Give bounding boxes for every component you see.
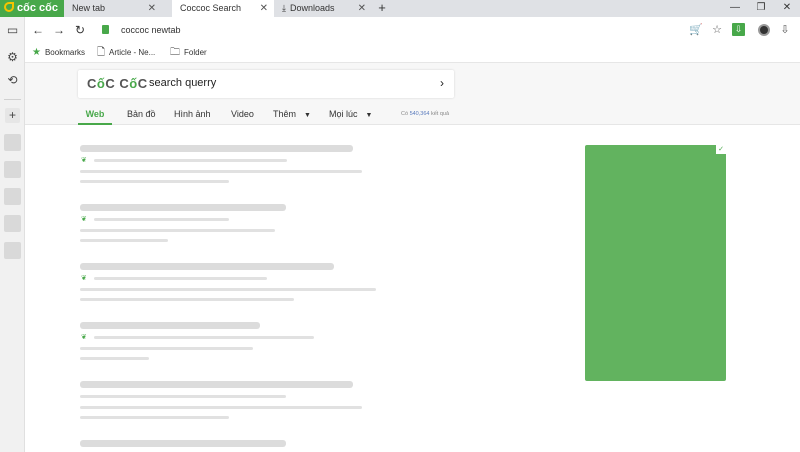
address-bar[interactable]: coccoc newtab — [121, 23, 181, 37]
tab-time-filter[interactable]: Mọi lúc ▼ — [329, 103, 372, 125]
bookmark-label: Folder — [184, 48, 207, 57]
toolbar: ← → ↻ coccoc newtab 🛒 ☆ ⇩ ⇩ — [25, 17, 800, 43]
bookmark-star-icon[interactable]: ☆ — [710, 22, 724, 38]
bookmark-label: Article - Ne... — [109, 48, 156, 57]
sidebar-app-slot[interactable] — [4, 134, 21, 151]
tab-coccoc-search[interactable]: Coccoc Search ✕ — [172, 0, 274, 17]
avatar[interactable] — [758, 24, 770, 36]
result-snippet-placeholder — [80, 416, 229, 419]
result-snippet-placeholder — [80, 229, 275, 232]
tab-images[interactable]: Hình ảnh — [174, 103, 211, 125]
result-snippet-placeholder — [80, 170, 362, 173]
result-url-placeholder — [94, 336, 314, 339]
sidebar-app-slot[interactable] — [4, 188, 21, 205]
cart-icon[interactable]: 🛒 — [689, 22, 703, 38]
search-input[interactable]: search querry — [149, 77, 216, 89]
settings-icon[interactable]: ⚙ — [5, 50, 20, 65]
leaf-icon: ❦ — [81, 157, 87, 164]
tab-maps[interactable]: Bản đồ — [127, 103, 156, 125]
tab-label: Downloads — [289, 3, 335, 13]
sidebar-divider — [4, 99, 21, 100]
search-header: CốC CốC search querry › Web Bản đồ Hình … — [25, 63, 800, 125]
coccoc-brand-logo: CốC CốC — [87, 76, 148, 91]
minimize-button[interactable]: — — [724, 0, 746, 17]
result-snippet-placeholder — [80, 357, 149, 360]
download-green-icon[interactable]: ⇩ — [732, 23, 745, 36]
leaf-icon: ❦ — [81, 275, 87, 282]
tab-more[interactable]: Thêm ▼ — [273, 103, 311, 125]
coccoc-logo-icon — [4, 2, 14, 12]
result-url-placeholder — [94, 159, 287, 162]
folder-icon: 🗀 — [170, 47, 180, 58]
coccoc-logo-tab[interactable]: cốc cốc — [0, 0, 64, 17]
close-icon[interactable]: ✕ — [260, 0, 268, 17]
bookmark-item-article[interactable]: 🗋 Article - Ne... — [97, 46, 155, 60]
close-icon[interactable]: ✕ — [358, 0, 366, 17]
result-title-placeholder[interactable] — [80, 440, 286, 447]
add-icon[interactable]: + — [5, 108, 20, 123]
result-snippet-placeholder — [80, 406, 362, 409]
result-count: Có 540,364 kết quả — [401, 111, 450, 117]
bookmark-item-bookmarks[interactable]: ★ Bookmarks — [32, 46, 85, 60]
result-snippet-placeholder — [80, 180, 229, 183]
result-snippet-placeholder — [80, 288, 376, 291]
tab-label: New tab — [72, 3, 106, 13]
ad-badge-icon: ✓ — [716, 145, 726, 154]
result-title-placeholder[interactable] — [80, 322, 260, 329]
tab-downloads[interactable]: ⤓ Downloads ✕ — [274, 0, 372, 17]
result-snippet-placeholder — [80, 239, 168, 242]
result-url-placeholder — [80, 395, 286, 398]
bookmarks-bar: ★ Bookmarks 🗋 Article - Ne... 🗀 Folder — [25, 43, 800, 63]
ad-banner[interactable]: ✓ — [585, 145, 726, 381]
tab-label: Coccoc Search — [180, 3, 242, 13]
result-title-placeholder[interactable] — [80, 204, 286, 211]
result-title-placeholder[interactable] — [80, 263, 334, 270]
forward-button[interactable]: → — [51, 21, 67, 39]
history-icon[interactable]: ⟲ — [5, 73, 20, 88]
leaf-icon: ❦ — [81, 216, 87, 223]
result-snippet-placeholder — [80, 298, 294, 301]
sidebar-app-slot[interactable] — [4, 161, 21, 178]
close-window-button[interactable]: ✕ — [776, 0, 798, 17]
chevron-right-icon[interactable]: › — [440, 76, 444, 90]
result-title-placeholder[interactable] — [80, 145, 353, 152]
caret-down-icon: ▼ — [365, 112, 373, 119]
tab-web[interactable]: Web — [78, 103, 112, 125]
tab-new-tab[interactable]: New tab ✕ — [64, 0, 162, 17]
sidebar-app-slot[interactable] — [4, 215, 21, 232]
panel-icon[interactable]: ▭ — [5, 23, 20, 38]
result-title-placeholder[interactable] — [80, 381, 353, 388]
close-icon[interactable]: ✕ — [148, 0, 156, 17]
download-icon: ⤓ — [282, 3, 286, 13]
tab-video[interactable]: Video — [231, 103, 254, 125]
download-icon[interactable]: ⇩ — [778, 22, 792, 38]
search-box[interactable]: CốC CốC search querry › — [78, 70, 454, 98]
new-tab-button[interactable]: + — [375, 0, 389, 17]
result-snippet-placeholder — [80, 347, 253, 350]
result-url-placeholder — [94, 277, 267, 280]
lock-icon — [102, 25, 109, 34]
reload-button[interactable]: ↻ — [72, 21, 88, 39]
result-url-placeholder — [94, 218, 229, 221]
sidebar: ▭ ⚙ ⟲ + — [0, 17, 25, 452]
caret-down-icon: ▼ — [304, 112, 311, 119]
bookmark-item-folder[interactable]: 🗀 Folder — [170, 46, 207, 60]
sidebar-app-slot[interactable] — [4, 242, 21, 259]
star-icon: ★ — [32, 47, 41, 58]
bookmark-label: Bookmarks — [44, 48, 85, 57]
restore-button[interactable]: ❐ — [750, 0, 772, 17]
brand-label: cốc cốc — [17, 2, 58, 14]
back-button[interactable]: ← — [30, 21, 46, 39]
leaf-icon: ❦ — [81, 334, 87, 341]
page-icon: 🗋 — [97, 47, 106, 58]
tab-strip: cốc cốc New tab ✕ Coccoc Search ✕ ⤓ Downl… — [0, 0, 800, 17]
